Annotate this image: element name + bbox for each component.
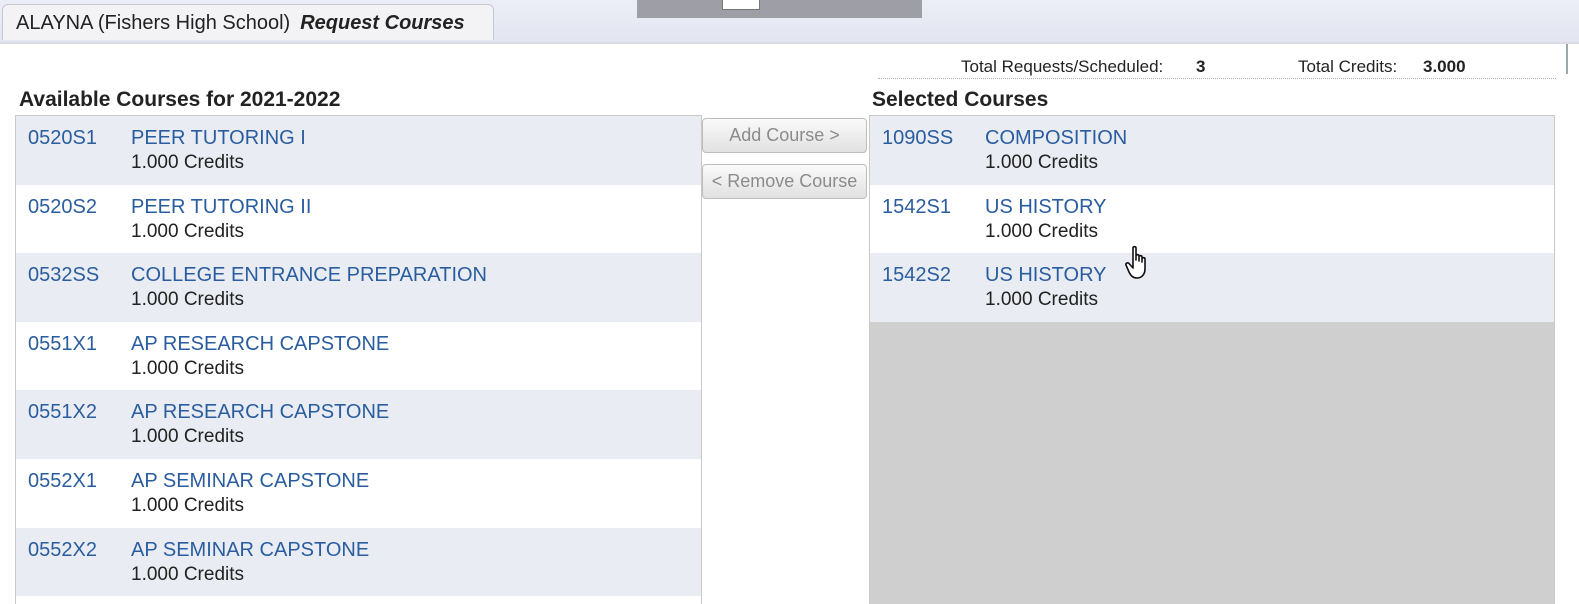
remove-course-button[interactable]: < Remove Course xyxy=(702,164,867,199)
course-name[interactable]: PEER TUTORING II xyxy=(131,196,311,219)
available-course-row[interactable]: 0520S1 PEER TUTORING I 1.000 Credits xyxy=(16,116,701,185)
course-code[interactable]: 0532SS xyxy=(28,264,99,287)
total-credits-label: Total Credits: xyxy=(1298,57,1398,76)
total-requests-value: 3 xyxy=(1196,57,1206,76)
top-divider xyxy=(0,42,1579,44)
overlay-box xyxy=(722,0,760,10)
selected-courses-title: Selected Courses xyxy=(872,88,1049,111)
available-course-row[interactable]: 0520S2 PEER TUTORING II 1.000 Credits xyxy=(16,184,701,254)
selected-course-row[interactable]: 1542S1 US HISTORY 1.000 Credits xyxy=(870,184,1554,254)
selected-course-row[interactable]: 1090SS COMPOSITION 1.000 Credits xyxy=(870,116,1554,185)
course-name[interactable]: COLLEGE ENTRANCE PREPARATION xyxy=(131,264,487,287)
hand-pointer-icon xyxy=(1125,245,1146,279)
available-courses-title: Available Courses for 2021-2022 xyxy=(19,88,341,111)
course-name[interactable]: PEER TUTORING I xyxy=(131,127,306,150)
course-credits: 1.000 Credits xyxy=(131,563,245,585)
available-course-row[interactable]: 0551X1 AP RESEARCH CAPSTONE 1.000 Credits xyxy=(16,321,701,391)
course-code[interactable]: 0551X1 xyxy=(28,333,97,356)
scrollbar-edge xyxy=(1566,44,1568,74)
available-course-row[interactable]: 0552X2 AP SEMINAR CAPSTONE 1.000 Credits xyxy=(16,527,701,597)
course-name[interactable]: AP SEMINAR CAPSTONE xyxy=(131,539,369,562)
course-credits: 1.000 Credits xyxy=(985,289,1099,311)
add-course-button[interactable]: Add Course > xyxy=(702,118,867,153)
course-credits: 1.000 Credits xyxy=(131,152,245,173)
available-courses-list[interactable]: 0520S1 PEER TUTORING I 1.000 Credits 0520S2… xyxy=(15,115,702,604)
course-code[interactable]: 1090SS xyxy=(882,127,953,150)
overlay-bar xyxy=(637,0,922,18)
course-credits: 1.000 Credits xyxy=(131,220,245,242)
course-code[interactable]: 1542S2 xyxy=(882,264,951,287)
course-name[interactable]: AP RESEARCH CAPSTONE xyxy=(131,401,389,424)
totals-bar: Total Requests/Scheduled: 3 Total Credit… xyxy=(878,54,1556,79)
course-code[interactable]: 0520S1 xyxy=(28,127,97,150)
course-code[interactable]: 0551X2 xyxy=(28,401,97,424)
course-name[interactable]: COMPOSITION xyxy=(985,127,1127,150)
course-credits: 1.000 Credits xyxy=(131,357,245,379)
selected-course-row[interactable]: 1542S2 US HISTORY 1.000 Credits xyxy=(870,253,1554,322)
course-name[interactable]: AP RESEARCH CAPSTONE xyxy=(131,333,389,356)
course-name[interactable]: AP SEMINAR CAPSTONE xyxy=(131,470,369,493)
course-code[interactable]: 0552X2 xyxy=(28,539,97,562)
selected-courses-list[interactable]: 1090SS COMPOSITION 1.000 Credits 1542S1 US H… xyxy=(869,115,1555,604)
available-course-row[interactable]: 0532SS COLLEGE ENTRANCE PREPARATION 1.000 … xyxy=(16,253,701,322)
course-name[interactable]: US HISTORY xyxy=(985,196,1107,219)
tab-request-courses[interactable]: ALAYNA (Fishers High School) Request Cour… xyxy=(2,4,494,40)
course-code[interactable]: 1542S1 xyxy=(882,196,951,219)
course-credits: 1.000 Credits xyxy=(131,494,245,516)
total-credits-value: 3.000 xyxy=(1423,57,1466,76)
course-code[interactable]: 0552X1 xyxy=(28,470,97,493)
total-requests-label: Total Requests/Scheduled: xyxy=(961,57,1164,76)
course-credits: 1.000 Credits xyxy=(131,289,245,311)
course-code[interactable]: 0520S2 xyxy=(28,196,97,219)
course-credits: 1.000 Credits xyxy=(985,152,1099,173)
tab-title: Request Courses xyxy=(300,12,465,34)
available-course-row[interactable]: 0552X1 AP SEMINAR CAPSTONE 1.000 Credits xyxy=(16,458,701,528)
course-name[interactable]: US HISTORY xyxy=(985,264,1107,287)
available-course-row[interactable]: 0551X2 AP RESEARCH CAPSTONE 1.000 Credits xyxy=(16,390,701,459)
course-credits: 1.000 Credits xyxy=(131,426,245,448)
tab-student-label: ALAYNA (Fishers High School) xyxy=(16,12,291,34)
course-credits: 1.000 Credits xyxy=(985,220,1099,242)
